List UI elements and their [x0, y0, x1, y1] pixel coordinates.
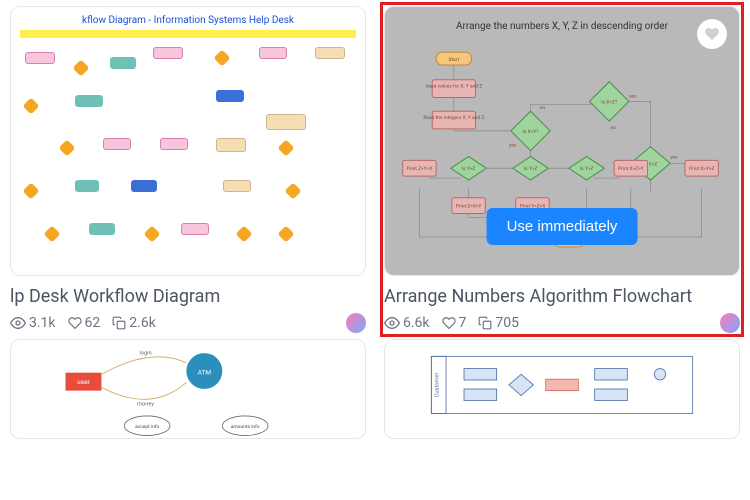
svg-text:login: login — [139, 351, 151, 357]
svg-text:accept info: accept info — [135, 423, 160, 430]
svg-text:yes: yes — [629, 93, 637, 99]
template-grid: kflow Diagram - Information Systems Help… — [0, 0, 750, 339]
svg-text:Read the integers X, Y and Z: Read the integers X, Y and Z — [423, 115, 484, 121]
svg-text:Is X>Z?: Is X>Z? — [601, 99, 618, 105]
card-meta: 6.6k 7 705 — [384, 313, 740, 333]
svg-text:amounts info: amounts info — [231, 423, 260, 430]
copies-stat: 2.6k — [112, 315, 156, 331]
copy-icon — [112, 316, 126, 330]
thumbnail-helpdesk[interactable]: kflow Diagram - Information Systems Help… — [10, 6, 366, 276]
card-title: Arrange Numbers Algorithm Flowchart — [384, 286, 740, 307]
svg-text:Customer: Customer — [435, 372, 441, 397]
eye-icon — [384, 315, 400, 331]
views-stat: 6.6k — [384, 315, 430, 331]
author-avatar[interactable] — [720, 313, 740, 333]
use-immediately-button[interactable]: Use immediately — [487, 208, 638, 245]
svg-text:Print Z>Y>X: Print Z>Y>X — [407, 166, 433, 172]
svg-text:Start: Start — [449, 57, 460, 63]
svg-text:Print X>Y>Z: Print X>Y>Z — [689, 166, 715, 172]
diagram-title: Arrange the numbers X, Y, Z in descendin… — [456, 21, 668, 32]
likes-stat: 7 — [442, 315, 467, 331]
author-avatar[interactable] — [346, 313, 366, 333]
heart-icon — [442, 316, 456, 330]
thumbnail-atm[interactable]: user ATM login money accept info amounts… — [10, 339, 366, 439]
svg-text:yes: yes — [509, 143, 517, 149]
template-card-helpdesk[interactable]: kflow Diagram - Information Systems Help… — [10, 6, 366, 333]
template-card-arrange-numbers[interactable]: Arrange the numbers X, Y, Z in descendin… — [384, 6, 740, 333]
eye-icon — [10, 315, 26, 331]
svg-text:Print X>Z>Y: Print X>Z>Y — [618, 166, 644, 172]
card-title: lp Desk Workflow Diagram — [10, 286, 366, 307]
heart-icon — [704, 26, 720, 42]
thumbnail-swimlane[interactable]: Customer — [384, 339, 740, 439]
svg-text:user: user — [77, 378, 90, 386]
svg-text:no: no — [540, 105, 546, 111]
copies-stat: 705 — [478, 315, 519, 331]
thumbnail-title: kflow Diagram - Information Systems Help… — [82, 15, 294, 26]
svg-text:Input values for X, Y and Z: Input values for X, Y and Z — [425, 83, 482, 90]
thumbnail-arrange-numbers[interactable]: Arrange the numbers X, Y, Z in descendin… — [384, 6, 740, 276]
likes-stat: 62 — [68, 315, 101, 331]
swimlane-diagram: Customer — [385, 340, 739, 438]
card-meta: 3.1k 62 2.6k — [10, 313, 366, 333]
yellow-band — [20, 30, 356, 38]
svg-text:money: money — [137, 401, 154, 407]
svg-text:Is Y>Z: Is Y>Z — [462, 166, 476, 172]
svg-text:ATM: ATM — [198, 368, 212, 376]
svg-text:Is X>Y?: Is X>Y? — [523, 129, 540, 135]
copy-icon — [478, 316, 492, 330]
svg-text:Is Y>Z: Is Y>Z — [524, 166, 538, 172]
flowchart-preview — [11, 38, 365, 275]
views-stat: 3.1k — [10, 315, 56, 331]
svg-text:no: no — [610, 125, 616, 131]
partial-row: user ATM login money accept info amounts… — [0, 339, 750, 439]
svg-text:Print Z>X>Y: Print Z>X>Y — [456, 204, 482, 210]
svg-text:yes: yes — [670, 154, 678, 160]
favorite-button[interactable] — [697, 19, 727, 49]
svg-text:Is Y>Z: Is Y>Z — [580, 166, 594, 172]
heart-icon — [68, 316, 82, 330]
atm-diagram: user ATM login money accept info amounts… — [11, 340, 365, 438]
